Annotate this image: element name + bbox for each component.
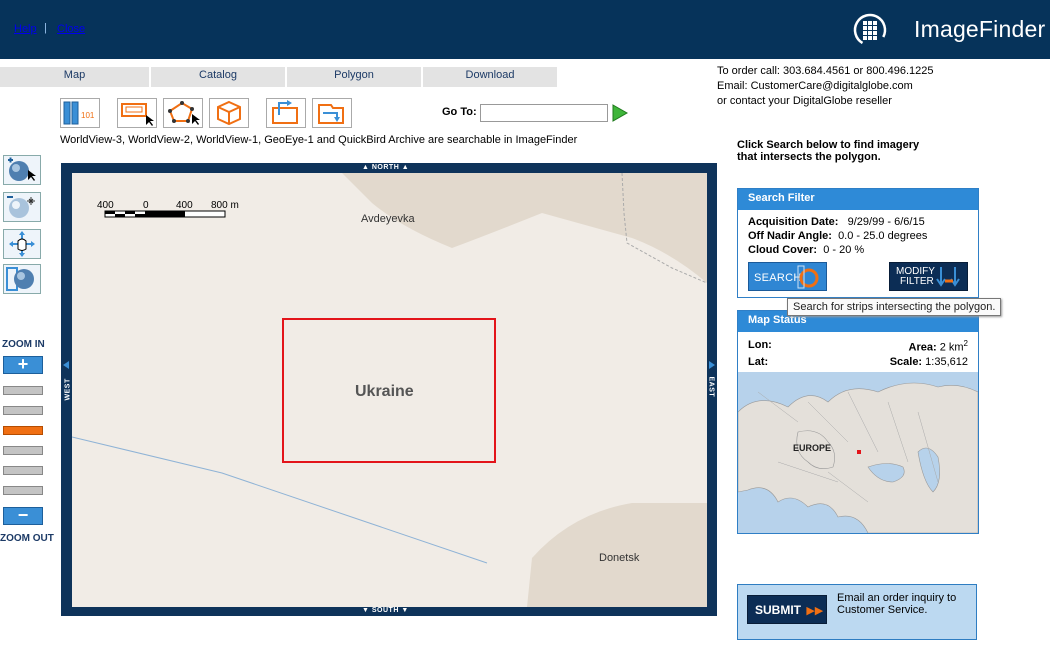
map-label-ukraine: Ukraine xyxy=(355,383,414,400)
zoom-out-label: ZOOM OUT xyxy=(0,533,54,544)
map-label-donetsk: Donetsk xyxy=(599,552,640,564)
scale-bar xyxy=(95,199,235,222)
search-button[interactable]: SEARCH xyxy=(748,262,827,291)
zoom-level-5[interactable] xyxy=(3,466,43,475)
svg-text:101: 101 xyxy=(81,111,95,120)
imagefinder-logo-icon xyxy=(852,12,888,48)
close-link[interactable]: Close xyxy=(57,23,85,35)
play-arrow-icon[interactable] xyxy=(610,104,629,122)
area-label: Area: xyxy=(908,341,937,354)
direction-west: WEST xyxy=(64,378,72,401)
polygon-draw-icon[interactable] xyxy=(163,98,203,128)
modify-filter-button[interactable]: MODIFY FILTER xyxy=(889,262,968,291)
zoom-in-button[interactable]: + xyxy=(3,355,43,374)
magnifier-icon xyxy=(797,265,819,289)
box-3d-icon[interactable] xyxy=(209,98,249,128)
zoom-level-3-active[interactable] xyxy=(3,426,43,435)
archive-note: WorldView-3, WorldView-2, WorldView-1, G… xyxy=(60,134,578,146)
zoom-level-6[interactable] xyxy=(3,486,43,495)
area-readout: Area: 2 km2 xyxy=(909,339,968,354)
goto-input[interactable] xyxy=(480,104,608,122)
zoom-globe-icon[interactable] xyxy=(3,155,41,185)
zoom-level-4[interactable] xyxy=(3,446,43,455)
cloud-cover-value: 0 - 20 % xyxy=(823,244,865,256)
goto-label: Go To: xyxy=(442,106,477,118)
submit-text-line-1: Email an order inquiry to xyxy=(837,592,957,604)
search-filter-title: Search Filter xyxy=(738,189,978,210)
lat-label: Lat: xyxy=(748,356,769,368)
instructions-line-2: that intersects the polygon. xyxy=(737,151,881,163)
full-extent-icon[interactable] xyxy=(3,264,41,294)
pan-east-icon[interactable] xyxy=(709,360,715,369)
lon-label: Lon: xyxy=(748,339,772,351)
submit-text-line-2: Customer Service. xyxy=(837,604,928,616)
tab-catalog[interactable]: Catalog xyxy=(151,67,285,87)
kml-ruler-icon[interactable]: 101 xyxy=(60,98,100,128)
pan-hand-icon[interactable] xyxy=(3,229,41,259)
zoom-level-1[interactable] xyxy=(3,386,43,395)
order-reseller: or contact your DigitalGlobe reseller xyxy=(717,95,892,107)
help-link[interactable]: Help xyxy=(14,23,37,35)
direction-east: EAST xyxy=(707,376,715,398)
order-email: Email: CustomerCare@digitalglobe.com xyxy=(717,80,913,92)
off-nadir-value: 0.0 - 25.0 degrees xyxy=(838,230,928,242)
area-exponent: 2 xyxy=(963,339,968,348)
map-label-avdeyevka: Avdeyevka xyxy=(361,213,415,225)
upload-shape-icon[interactable] xyxy=(266,98,306,128)
filter-arrows-icon xyxy=(936,267,960,287)
header-bar xyxy=(0,0,1050,59)
scale-value: 1:35,612 xyxy=(925,356,968,368)
cloud-cover-row: Cloud Cover: 0 - 20 % xyxy=(748,244,864,256)
order-phone: To order call: 303.684.4561 or 800.496.1… xyxy=(717,65,934,77)
acquisition-date-row: Acquisition Date: 9/29/99 - 6/6/15 xyxy=(748,216,925,228)
instructions-line-1: Click Search below to find imagery xyxy=(737,139,920,151)
app-title: ImageFinder xyxy=(914,16,1046,42)
tab-polygon[interactable]: Polygon xyxy=(287,67,421,87)
direction-south: ▼ SOUTH ▼ xyxy=(362,607,409,614)
search-tooltip: Search for strips intersecting the polyg… xyxy=(787,298,1002,316)
scale-readout: Scale: 1:35,612 xyxy=(890,356,968,368)
zoom-out-button[interactable]: − xyxy=(3,506,43,525)
cloud-cover-label: Cloud Cover: xyxy=(748,244,818,256)
tab-download[interactable]: Download xyxy=(423,67,557,87)
acquisition-date-label: Acquisition Date: xyxy=(748,216,839,228)
direction-north: ▲ NORTH ▲ xyxy=(362,164,410,171)
acquisition-date-value: 9/29/99 - 6/6/15 xyxy=(847,216,925,228)
export-shape-icon[interactable] xyxy=(312,98,352,128)
submit-description: Email an order inquiry to Customer Servi… xyxy=(837,592,956,616)
tab-map[interactable]: Map xyxy=(0,67,149,87)
header-separator: | xyxy=(44,22,47,34)
pan-west-icon[interactable] xyxy=(63,360,69,369)
scale-label: Scale: xyxy=(889,356,923,368)
off-nadir-label: Off Nadir Angle: xyxy=(748,230,832,242)
area-value: 2 km xyxy=(939,341,964,354)
zoom-out-globe-icon[interactable] xyxy=(3,192,41,222)
order-info: To order call: 303.684.4561 or 800.496.1… xyxy=(717,64,934,109)
submit-button-label: SUBMIT xyxy=(755,603,801,617)
search-instructions: Click Search below to find imagery that … xyxy=(737,139,919,163)
rectangle-select-icon[interactable] xyxy=(117,98,157,128)
submit-button[interactable]: SUBMIT ▶▶ xyxy=(747,595,827,624)
overview-minimap[interactable]: EUROPE xyxy=(738,372,978,533)
double-arrow-icon: ▶▶ xyxy=(806,605,824,617)
minimap-label-europe: EUROPE xyxy=(793,443,832,453)
zoom-in-label: ZOOM IN xyxy=(2,339,45,350)
off-nadir-row: Off Nadir Angle: 0.0 - 25.0 degrees xyxy=(748,230,927,242)
zoom-level-2[interactable] xyxy=(3,406,43,415)
